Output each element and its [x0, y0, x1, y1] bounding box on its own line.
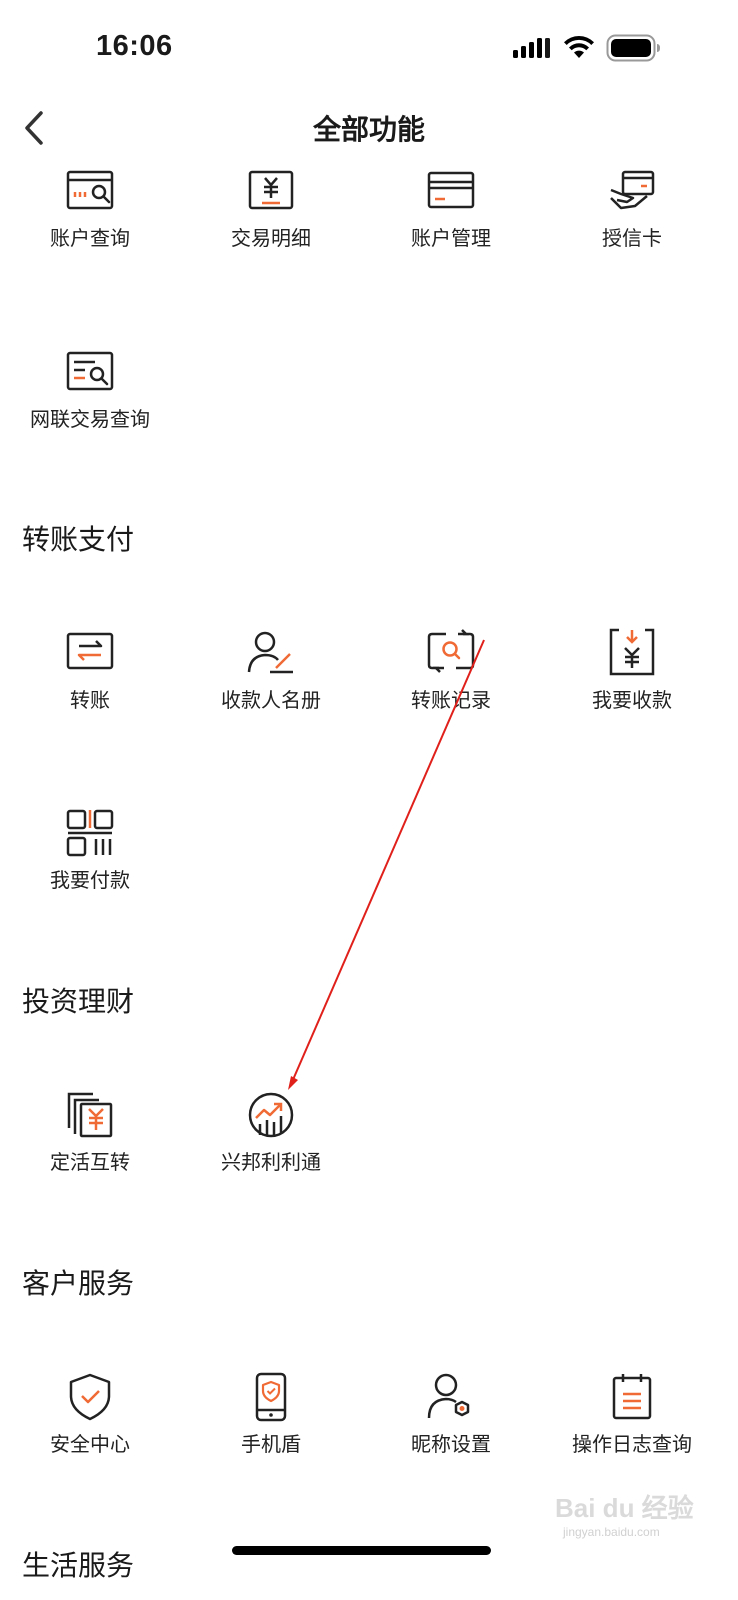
grid-item-transfer[interactable]: 转账 [0, 628, 180, 748]
grid-item-label: 安全中心 [50, 1432, 130, 1456]
transfer-record-icon [427, 629, 475, 673]
grid-item-label: 我要付款 [50, 868, 130, 892]
grid-item-label: 转账记录 [411, 688, 491, 712]
grid-item-pay[interactable]: 我要付款 [0, 808, 180, 928]
section-title-investment: 投资理财 [22, 985, 135, 1018]
grid-item-account-query[interactable]: 账户查询 [0, 166, 180, 286]
grid-item-label: 手机盾 [241, 1432, 301, 1456]
grid-item-receive-money[interactable]: 我要收款 [542, 628, 722, 748]
grid-item-payee-list[interactable]: 收款人名册 [181, 628, 361, 748]
grid-item-transfer-record[interactable]: 转账记录 [361, 628, 541, 748]
nav-bar: 全部功能 [0, 96, 738, 160]
grid-item-label: 昵称设置 [411, 1432, 491, 1456]
page-title: 全部功能 [312, 113, 425, 146]
status-time: 16:06 [96, 30, 173, 62]
payee-list-icon [247, 631, 293, 674]
transfer-icon [66, 632, 114, 670]
receive-money-icon [609, 628, 655, 676]
account-search-icon [66, 170, 114, 210]
watermark-text: Bai du 经验 [555, 1493, 694, 1523]
grid-item-nickname-settings[interactable]: 昵称设置 [361, 1372, 541, 1492]
grid-item-account-management[interactable]: 账户管理 [361, 166, 541, 286]
grid-item-label: 账户查询 [50, 226, 130, 250]
grid-item-netunion-query[interactable]: 网联交易查询 [0, 347, 180, 467]
grid-item-credit-card[interactable]: 授信卡 [542, 166, 722, 286]
phone-shield-icon [255, 1372, 287, 1422]
battery-icon [606, 34, 660, 62]
nickname-settings-icon [427, 1373, 470, 1419]
netunion-search-icon [66, 351, 114, 391]
grid-item-phone-shield[interactable]: 手机盾 [181, 1372, 361, 1492]
section-title-service: 客户服务 [22, 1267, 135, 1300]
grid-item-label: 转账 [70, 688, 110, 712]
transaction-detail-icon [248, 170, 294, 210]
credit-card-hand-icon [610, 170, 655, 210]
grid-item-label: 收款人名册 [221, 688, 321, 712]
grid-item-label: 定活互转 [50, 1150, 130, 1174]
watermark-subtext: jingyan.baidu.com [563, 1525, 660, 1539]
security-shield-icon [69, 1373, 111, 1421]
section-title-life: 生活服务 [22, 1549, 135, 1582]
growth-chart-icon [248, 1092, 294, 1138]
grid-item-deposit-convert[interactable]: 定活互转 [0, 1090, 180, 1210]
pay-qrcode-icon [66, 809, 114, 857]
grid-item-label: 授信卡 [602, 226, 662, 250]
deposit-convert-icon [67, 1092, 113, 1138]
baidu-watermark: Bai du 经验 jingyan.baidu.com [555, 1488, 695, 1548]
grid-item-label: 账户管理 [411, 226, 491, 250]
card-manage-icon [427, 171, 475, 209]
operation-log-icon [612, 1374, 652, 1420]
grid-item-label: 我要收款 [592, 688, 672, 712]
grid-item-label: 兴邦利利通 [221, 1150, 321, 1174]
cellular-signal-icon [513, 38, 550, 58]
section-title-transfer: 转账支付 [22, 523, 135, 556]
grid-item-label: 网联交易查询 [30, 407, 150, 431]
grid-item-transaction-detail[interactable]: 交易明细 [181, 166, 361, 286]
grid-item-operation-log[interactable]: 操作日志查询 [542, 1372, 722, 1492]
home-indicator[interactable] [232, 1546, 491, 1555]
grid-item-label: 操作日志查询 [572, 1432, 692, 1456]
grid-item-xingbang-lilitong[interactable]: 兴邦利利通 [181, 1090, 361, 1210]
wifi-icon [564, 35, 594, 58]
grid-item-label: 交易明细 [231, 226, 311, 250]
status-bar: 16:06 [0, 0, 738, 96]
grid-item-security-center[interactable]: 安全中心 [0, 1372, 180, 1492]
